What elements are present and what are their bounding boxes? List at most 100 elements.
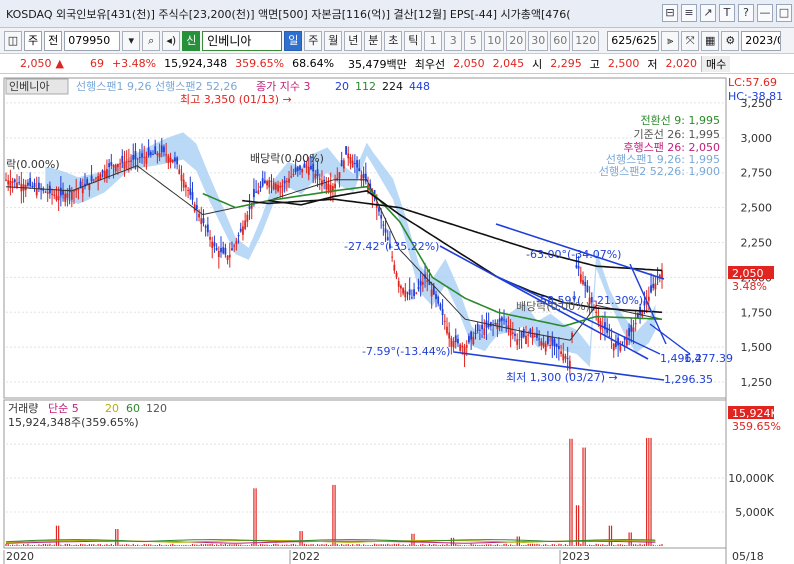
- minimize-icon[interactable]: —: [757, 4, 773, 22]
- period-second[interactable]: 초: [384, 30, 403, 51]
- volume-bar: [90, 544, 93, 546]
- interval-60[interactable]: 60: [550, 30, 571, 51]
- candle-body: [220, 247, 222, 253]
- candle-body: [263, 180, 266, 184]
- interval-3[interactable]: 3: [444, 30, 463, 51]
- candle-body: [44, 191, 47, 193]
- volume-bar: [606, 544, 608, 546]
- candle-body: [516, 339, 519, 345]
- mode-select[interactable]: 주: [24, 30, 43, 51]
- data-count-field[interactable]: 625/625: [607, 30, 660, 51]
- date-field[interactable]: 2023/0: [741, 30, 782, 51]
- volume-bar: [551, 544, 553, 546]
- period-year[interactable]: 년: [344, 30, 363, 51]
- volume-bar: [84, 544, 86, 546]
- candle-body: [75, 189, 78, 191]
- candle-body: [138, 157, 141, 159]
- new-listing-badge: 신: [182, 30, 201, 51]
- maximize-icon[interactable]: □: [776, 4, 792, 22]
- volume-bar: [415, 544, 417, 546]
- volume-tag-text: 15,924K: [732, 407, 778, 420]
- volume-bar: [187, 545, 189, 546]
- candle-body: [272, 182, 275, 190]
- volume-bar: [281, 544, 284, 546]
- candle-body: [270, 180, 273, 182]
- volume-bar: [60, 544, 62, 546]
- dropdown-icon[interactable]: ▾: [122, 30, 141, 51]
- volume-bar: [180, 545, 183, 546]
- period-tick[interactable]: 틱: [404, 30, 423, 51]
- candle-body: [257, 190, 260, 194]
- volume-bar: [308, 544, 310, 546]
- sound-icon[interactable]: ◂): [162, 30, 181, 51]
- menu-icon[interactable]: ≡: [681, 4, 697, 22]
- interval-20[interactable]: 20: [506, 30, 527, 51]
- volume-bar: [343, 544, 345, 546]
- text-icon[interactable]: T: [719, 4, 735, 22]
- candle-body: [461, 345, 464, 348]
- candle-body: [92, 179, 95, 181]
- chart-type-icon[interactable]: ⫸: [661, 30, 680, 51]
- candle-body: [630, 324, 633, 332]
- interval-1[interactable]: 1: [424, 30, 443, 51]
- volume-bar: [93, 544, 95, 546]
- market-select[interactable]: 전: [44, 30, 63, 51]
- volume-bar: [16, 544, 18, 546]
- period-day[interactable]: 일: [284, 30, 303, 51]
- candle-body: [185, 184, 187, 188]
- candle-body: [582, 280, 584, 285]
- candle-body: [55, 195, 58, 201]
- candle-body: [255, 191, 258, 193]
- candle-body: [274, 183, 277, 190]
- trade-amount: 35,479백만: [348, 57, 407, 71]
- volume-bar: [384, 544, 387, 546]
- interval-30[interactable]: 30: [528, 30, 549, 51]
- stock-name-field[interactable]: 인베니아: [202, 30, 283, 51]
- candle-body: [176, 157, 179, 165]
- layout-icon[interactable]: ⊟: [662, 4, 678, 22]
- candle-body: [553, 339, 556, 347]
- volume-bar: [202, 544, 205, 546]
- gear-icon[interactable]: ⚙: [721, 30, 740, 51]
- interval-10[interactable]: 10: [484, 30, 505, 51]
- candle-body: [46, 192, 49, 194]
- candle-body: [439, 304, 442, 310]
- candle-body: [332, 186, 334, 191]
- candle-body: [540, 341, 543, 346]
- volume-bar: [621, 544, 624, 546]
- best-ask-label: 최우선: [414, 57, 446, 71]
- crosshair-icon[interactable]: ⤧: [681, 30, 700, 51]
- save-icon[interactable]: ▦: [701, 30, 720, 51]
- help-icon[interactable]: ?: [738, 4, 754, 22]
- volume-bar: [494, 544, 496, 546]
- link-icon[interactable]: ↗: [700, 4, 716, 22]
- search-icon[interactable]: ⌕: [142, 30, 161, 51]
- period-week[interactable]: 주: [304, 30, 323, 51]
- date-tick-label: 2020: [6, 550, 34, 563]
- volume-bar: [435, 544, 437, 546]
- volume-bar: [549, 545, 551, 546]
- volume-bar: [529, 543, 531, 546]
- interval-5[interactable]: 5: [464, 30, 483, 51]
- candle-body: [195, 205, 198, 209]
- period-minute[interactable]: 분: [364, 30, 383, 51]
- period-month[interactable]: 월: [324, 30, 343, 51]
- volume-bar: [235, 544, 237, 546]
- grid-toggle-icon[interactable]: ◫: [4, 30, 22, 51]
- candle-body: [358, 168, 361, 172]
- volume-bar: [411, 533, 413, 546]
- volume-bar: [564, 543, 567, 546]
- volume-bar: [365, 545, 367, 546]
- volume-bar: [573, 545, 575, 546]
- interval-120[interactable]: 120: [572, 30, 600, 51]
- candle-body: [180, 174, 183, 181]
- stock-code-input[interactable]: 079950: [64, 30, 121, 51]
- candle-body: [318, 178, 321, 180]
- buy-sell-tab[interactable]: 매수: [701, 55, 731, 72]
- stock-chart[interactable]: 1,2501,5001,7502,0002,2502,5002,7503,000…: [0, 74, 794, 564]
- volume-bar: [599, 544, 602, 546]
- volume-bar: [624, 544, 626, 546]
- candle-body: [13, 179, 16, 183]
- volume-bar: [11, 544, 14, 546]
- volume-bar: [520, 545, 523, 546]
